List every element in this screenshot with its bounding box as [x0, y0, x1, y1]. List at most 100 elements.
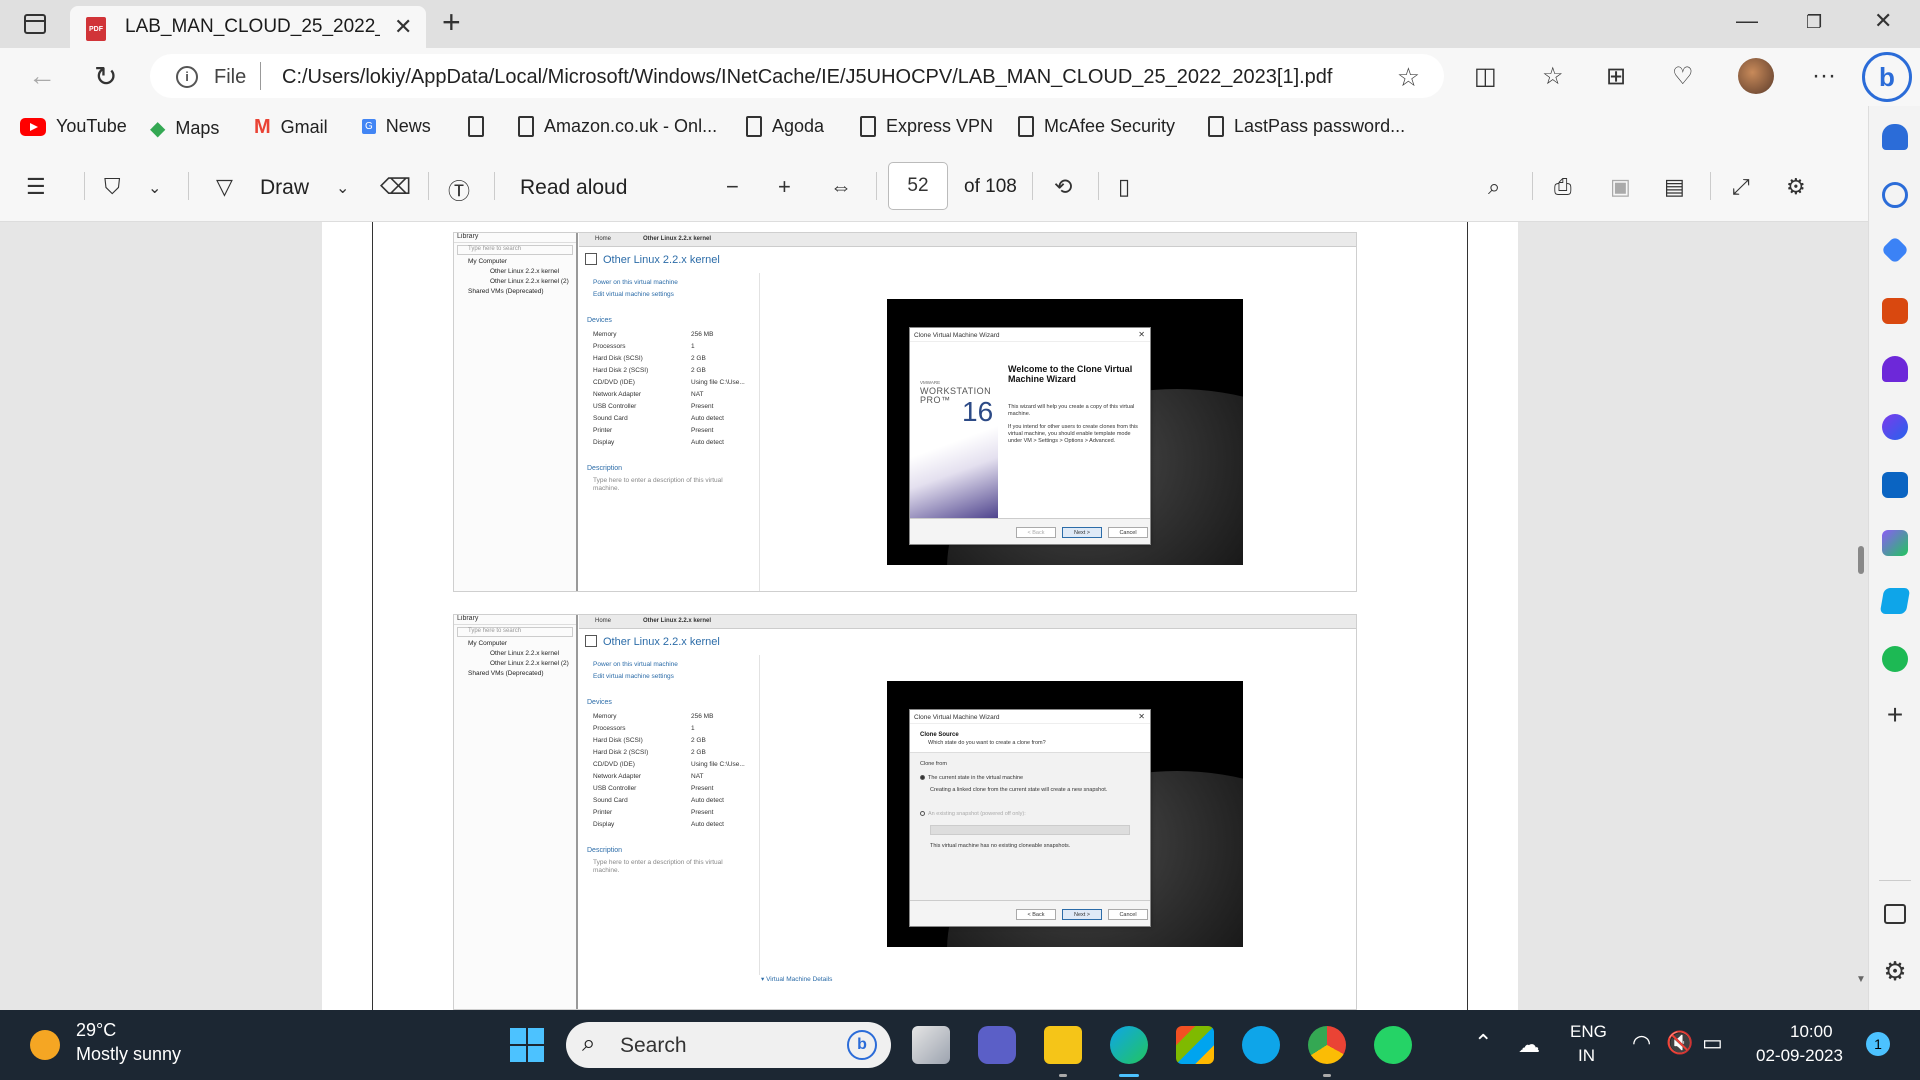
- favorite-amazon[interactable]: Amazon.co.uk - Onl...: [518, 116, 717, 137]
- search-icon[interactable]: ⌕: [1488, 174, 1500, 200]
- restore-icon[interactable]: ❐: [1806, 12, 1822, 33]
- get-help-icon[interactable]: [1242, 1026, 1280, 1064]
- favorite-star-icon[interactable]: ☆: [1397, 62, 1420, 93]
- favorite-agoda[interactable]: Agoda: [746, 116, 824, 137]
- eraser-icon[interactable]: ⌫: [380, 174, 411, 200]
- sidebar-settings-icon[interactable]: ⚙: [1882, 958, 1908, 984]
- notification-count-badge[interactable]: 1: [1866, 1032, 1890, 1056]
- contents-list-icon[interactable]: ☰: [26, 174, 46, 200]
- clock-time[interactable]: 10:00: [1790, 1022, 1833, 1042]
- vertical-scrollbar[interactable]: ▲ ▼: [1854, 222, 1868, 1010]
- dialog-close-icon: ✕: [1138, 330, 1145, 339]
- microsoft-365-icon[interactable]: [1882, 414, 1908, 440]
- more-options-icon[interactable]: ···: [1812, 62, 1836, 90]
- whatsapp-icon[interactable]: [1374, 1026, 1412, 1064]
- shopping-tag-icon[interactable]: [1880, 235, 1910, 265]
- favorite-maps[interactable]: ◆ Maps: [150, 116, 219, 141]
- description-text: Type here to enter a description of this…: [593, 477, 723, 492]
- onedrive-cloud-icon[interactable]: ☁: [1518, 1032, 1540, 1058]
- read-aloud-button[interactable]: Read aloud: [520, 176, 627, 200]
- teams-chat-icon[interactable]: [978, 1026, 1016, 1064]
- draw-dropdown-icon[interactable]: ⌄: [336, 178, 349, 198]
- radio-unselected-icon: [920, 811, 925, 816]
- scroll-down-icon[interactable]: ▼: [1856, 974, 1866, 985]
- add-text-icon[interactable]: Ⓣ: [448, 174, 470, 206]
- save-as-icon[interactable]: ▤: [1664, 174, 1685, 200]
- language-region[interactable]: IN: [1578, 1046, 1595, 1066]
- favorites-bar: YouTube ◆ Maps M Gmail G News Amazon.co.uk …: [0, 106, 1920, 150]
- highlight-icon[interactable]: ⛉: [104, 174, 121, 200]
- favorite-untitled[interactable]: [468, 116, 494, 137]
- scroll-thumb[interactable]: [1858, 546, 1864, 574]
- microsoft-store-icon[interactable]: [1176, 1026, 1214, 1064]
- task-view-icon[interactable]: [912, 1026, 950, 1064]
- print-icon[interactable]: ⎙: [1554, 174, 1572, 200]
- toolbar-separator: [188, 172, 189, 200]
- telegram-icon[interactable]: [1879, 588, 1911, 614]
- battery-icon[interactable]: ▭: [1702, 1030, 1723, 1056]
- highlight-dropdown-icon[interactable]: ⌄: [148, 178, 161, 198]
- zoom-in-icon[interactable]: +: [778, 174, 791, 200]
- tab-close-icon[interactable]: ✕: [394, 14, 412, 40]
- bing-icon[interactable]: b: [847, 1030, 877, 1060]
- pdf-viewport[interactable]: Library Type here to search My Computer …: [6, 222, 1868, 1010]
- back-icon[interactable]: ←: [28, 60, 56, 92]
- collections-icon[interactable]: ⊞: [1606, 62, 1626, 91]
- fit-to-width-icon[interactable]: ⇔: [830, 174, 852, 200]
- favorite-youtube[interactable]: YouTube: [20, 116, 127, 137]
- info-icon[interactable]: i: [176, 66, 198, 88]
- volume-muted-icon[interactable]: 🔇: [1666, 1030, 1693, 1056]
- spotify-icon[interactable]: [1882, 646, 1908, 672]
- add-app-icon[interactable]: +: [1882, 701, 1908, 730]
- tab-active[interactable]: PDF LAB_MAN_CLOUD_25_2022_2023[1].pdf ✕: [70, 6, 426, 48]
- favorite-express-vpn[interactable]: Express VPN: [860, 116, 993, 137]
- favorite-lastpass[interactable]: LastPass password...: [1208, 116, 1405, 137]
- save-icon[interactable]: ▣: [1610, 174, 1631, 200]
- vmware-screenshot-clone-source: Library Type here to search My Computer …: [453, 614, 1357, 1010]
- new-tab-icon[interactable]: +: [442, 4, 461, 41]
- weather-description[interactable]: Mostly sunny: [76, 1044, 181, 1065]
- draw-button[interactable]: Draw: [260, 176, 309, 200]
- hide-sidebar-icon[interactable]: [1884, 904, 1906, 924]
- browser-essentials-icon[interactable]: ♡: [1672, 62, 1694, 91]
- language-code[interactable]: ENG: [1570, 1022, 1607, 1042]
- outlook-icon[interactable]: [1882, 472, 1908, 498]
- notifications-bell-icon[interactable]: [1882, 124, 1908, 150]
- minimize-icon[interactable]: —: [1736, 8, 1758, 34]
- zoom-out-icon[interactable]: −: [726, 174, 739, 200]
- favorite-gmail[interactable]: M Gmail: [254, 116, 328, 139]
- favorite-news[interactable]: G News: [362, 116, 431, 137]
- file-explorer-icon[interactable]: [1044, 1026, 1082, 1064]
- favorite-mcafee[interactable]: McAfee Security: [1018, 116, 1175, 137]
- favorites-icon[interactable]: ☆: [1542, 62, 1564, 91]
- refresh-icon[interactable]: ↻: [94, 60, 117, 93]
- fullscreen-icon[interactable]: ⤢: [1732, 174, 1750, 200]
- profile-avatar[interactable]: [1738, 58, 1774, 94]
- vm-action: Power on this virtual machine: [593, 661, 678, 668]
- designer-icon[interactable]: [1882, 530, 1908, 556]
- tab-actions-icon[interactable]: [18, 10, 52, 38]
- address-bar[interactable]: i File C:/Users/lokiy/AppData/Local/Micr…: [150, 54, 1444, 98]
- weather-temperature[interactable]: 29°C: [76, 1020, 116, 1041]
- taskbar-search[interactable]: ⌕ Search b: [566, 1022, 891, 1068]
- page-view-icon[interactable]: ▯: [1118, 174, 1130, 200]
- bing-copilot-icon[interactable]: b: [1862, 52, 1912, 102]
- split-screen-icon[interactable]: ◫: [1474, 62, 1497, 91]
- games-icon[interactable]: [1882, 356, 1908, 382]
- settings-icon[interactable]: ⚙: [1786, 174, 1806, 200]
- chrome-icon[interactable]: [1308, 1026, 1346, 1064]
- tools-briefcase-icon[interactable]: [1882, 298, 1908, 324]
- weather-sun-icon[interactable]: [30, 1030, 60, 1060]
- draw-icon[interactable]: ▽: [216, 174, 233, 200]
- wizard-paragraph: This wizard will help you create a copy …: [1008, 404, 1135, 417]
- search-icon[interactable]: [1882, 182, 1908, 208]
- window-close-icon[interactable]: ✕: [1874, 8, 1892, 34]
- page-number-input[interactable]: 52: [888, 162, 948, 210]
- wifi-icon[interactable]: ◠: [1632, 1030, 1651, 1056]
- start-windows-icon[interactable]: [510, 1028, 544, 1062]
- rotate-icon[interactable]: ⟲: [1054, 174, 1072, 200]
- url-text[interactable]: C:/Users/lokiy/AppData/Local/Microsoft/W…: [282, 66, 1332, 89]
- clock-date[interactable]: 02-09-2023: [1756, 1046, 1843, 1066]
- show-hidden-icons-icon[interactable]: ⌃: [1474, 1030, 1492, 1056]
- edge-browser-icon[interactable]: [1110, 1026, 1148, 1064]
